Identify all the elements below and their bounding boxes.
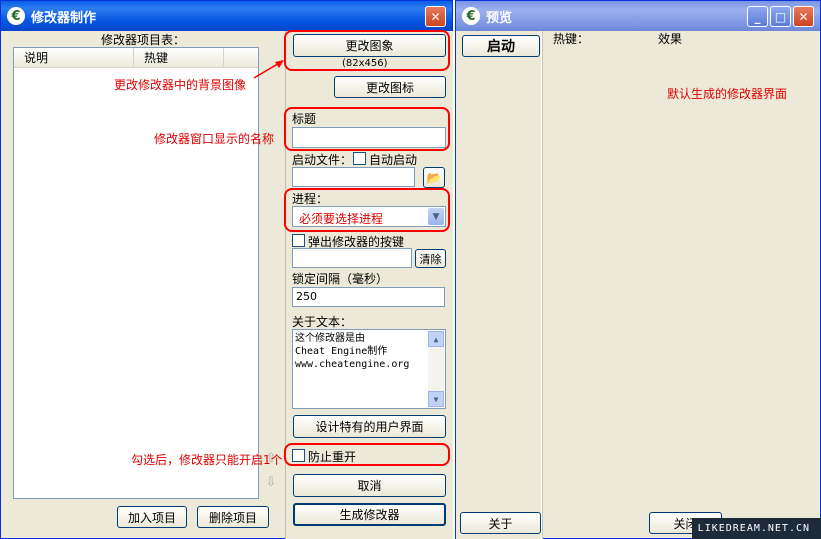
column-description[interactable]: 说明 [14,48,134,68]
annotation-default-ui: 默认生成的修改器界面 [667,87,788,101]
trainer-maker-titlebar: € 修改器制作 ✕ [1,1,452,31]
lock-interval-input[interactable]: 250 [292,287,445,307]
about-scrollbar[interactable]: ▲ ▼ [428,331,444,407]
close-button[interactable]: ✕ [425,6,446,27]
annotation-arrow-icon [253,60,284,79]
lock-interval-label: 锁定间隔（毫秒） [292,272,389,286]
about-line-3: www.cheatengine.org [295,359,410,370]
highlight-process [284,188,450,232]
about-line-2: Cheat Engine制作 [295,346,388,357]
highlight-title [284,107,450,151]
trainer-items-list[interactable]: 说明 热键 [13,47,259,499]
preview-title: 预览 [486,10,513,26]
clear-hotkey-button[interactable]: 清除 [415,249,446,268]
preview-divider [542,31,543,539]
about-button[interactable]: 关于 [460,512,541,534]
annotation-single-instance: 勾选后，修改器只能开启1个 [131,453,283,467]
delete-item-button[interactable]: 删除项目 [197,506,269,528]
cancel-button[interactable]: 取消 [293,474,446,497]
add-item-button[interactable]: 加入项目 [117,506,187,528]
start-button[interactable]: 启动 [462,35,540,57]
about-line-1: 这个修改器是由 [295,333,365,344]
effect-column: 效果 [658,32,683,46]
list-title: 修改器项目表： [101,33,186,47]
cheat-engine-icon: € [462,7,480,25]
list-header: 说明 热键 [14,48,258,68]
trainer-maker-window: € 修改器制作 ✕ 修改器项目表： 说明 热键 ⇧ ⇩ 加入项目 删除项目 更改… [0,0,453,539]
popup-hotkey-checkbox[interactable] [292,234,305,247]
preview-close-button[interactable]: ✕ [793,6,814,27]
maximize-button[interactable]: □ [770,6,791,27]
change-icon-button[interactable]: 更改图标 [334,76,446,98]
cheat-engine-icon: € [7,7,25,25]
launch-file-label: 启动文件： [292,153,353,167]
preview-window: € 预览 _ □ ✕ 启动 热键： 效果 默认生成的修改器界面 关于 关闭 LI… [455,0,821,539]
popup-hotkey-input[interactable] [292,248,412,268]
scroll-down-icon[interactable]: ▼ [428,391,444,407]
column-hotkey[interactable]: 热键 [134,48,224,68]
annotation-bg-image: 更改修改器中的背景图像 [114,78,247,92]
auto-launch-checkbox[interactable] [353,152,366,165]
move-down-icon[interactable]: ⇩ [264,475,278,493]
hotkey-column: 热键： [553,32,590,46]
browse-folder-icon[interactable]: 📂 [423,167,445,188]
auto-launch-label: 自动启动 [369,153,418,167]
annotation-window-title: 修改器窗口显示的名称 [154,132,275,146]
generate-trainer-button[interactable]: 生成修改器 [293,503,446,526]
launch-file-input[interactable] [292,167,415,187]
highlight-prevent-reopen [284,443,450,466]
design-ui-button[interactable]: 设计特有的用户界面 [293,415,446,438]
about-text-area[interactable]: 这个修改器是由 Cheat Engine制作 www.cheatengine.o… [292,329,446,409]
preview-titlebar: € 预览 _ □ ✕ [456,1,820,31]
scroll-up-icon[interactable]: ▲ [428,331,444,347]
minimize-button[interactable]: _ [747,6,768,27]
about-text-label: 关于文本： [292,315,353,329]
window-title: 修改器制作 [31,10,97,26]
highlight-image [284,30,450,71]
preview-side-panel [456,31,542,539]
watermark: LIKEDREAM.NET.CN [697,523,810,534]
